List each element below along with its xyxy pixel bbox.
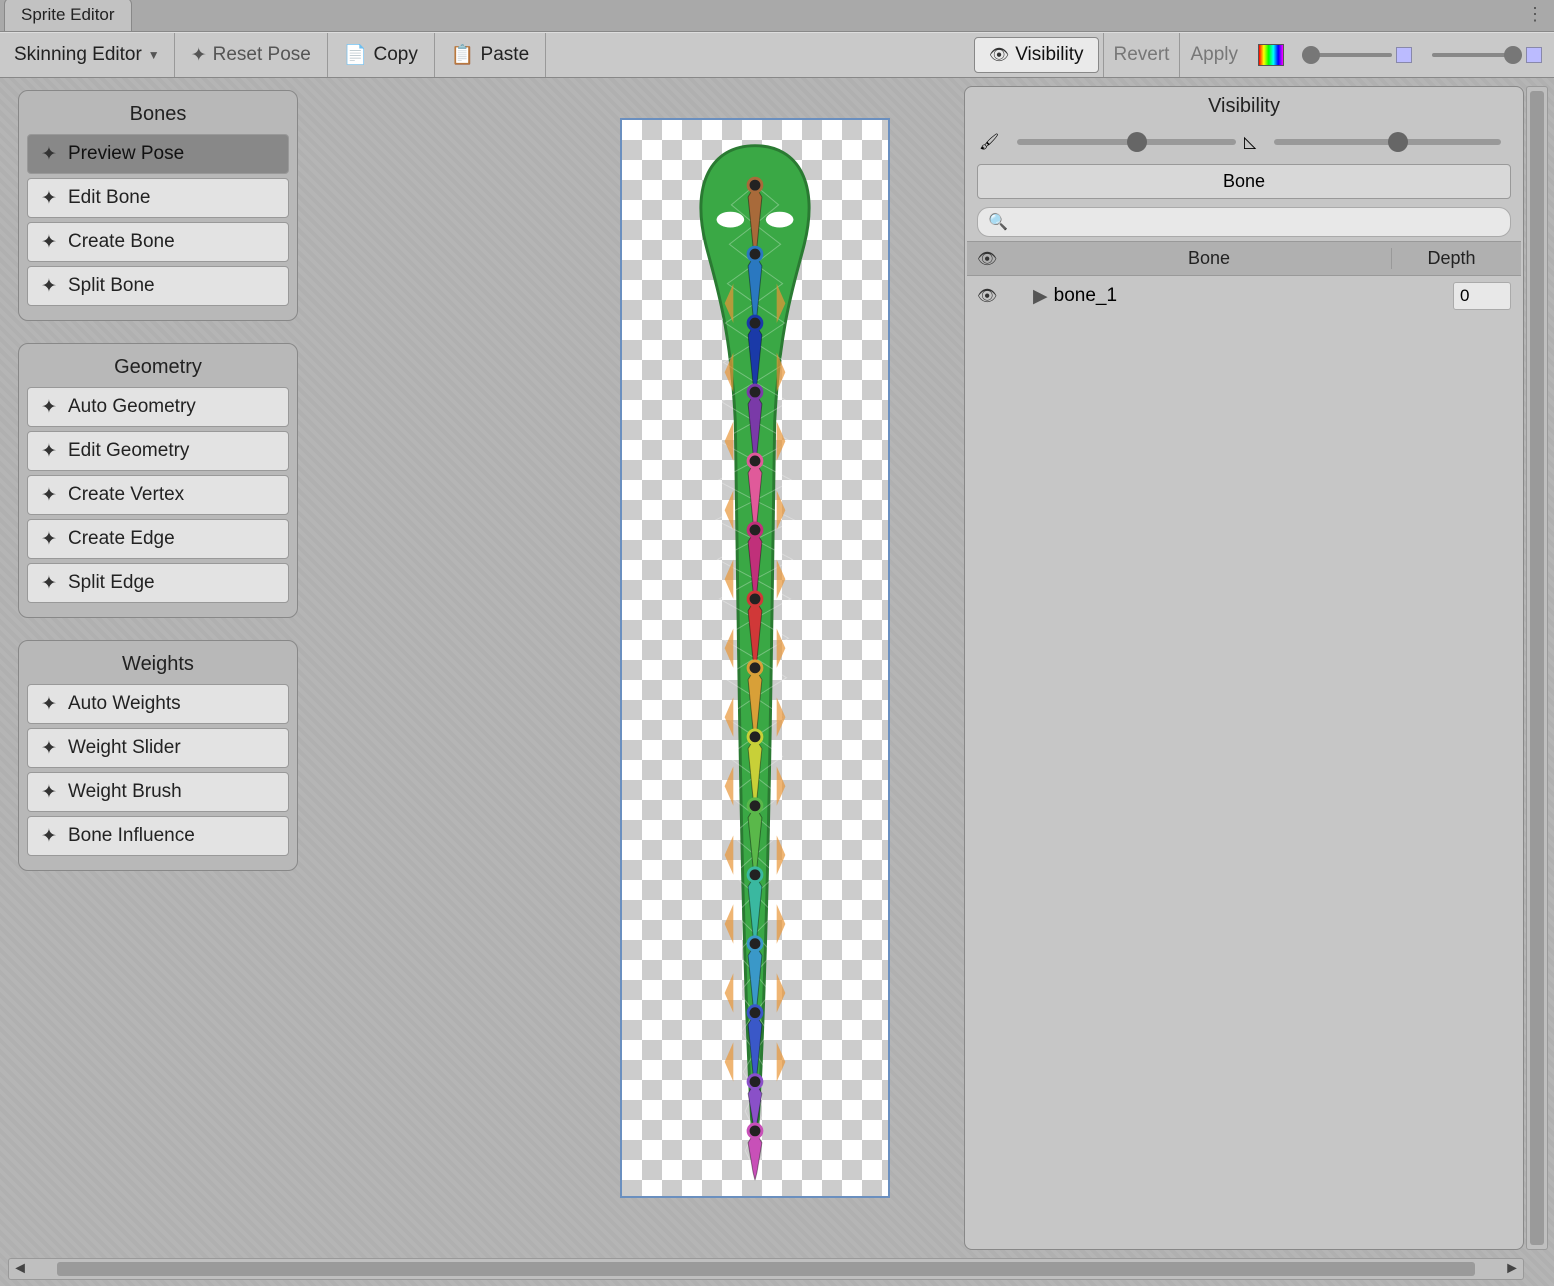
expand-icon[interactable]: ▶ <box>1033 285 1048 308</box>
tool-label: Split Edge <box>68 572 155 594</box>
visibility-panel: Visibility 🖌 ◺ Bone 🔍 Bone Depth <box>964 86 1524 1250</box>
reset-pose-icon: ✦ <box>191 44 207 67</box>
bone-tab-button[interactable]: Bone <box>977 164 1511 199</box>
toolbar-slider-2[interactable] <box>1424 33 1554 77</box>
tool-label: Auto Geometry <box>68 396 196 418</box>
bone-search-input[interactable] <box>1014 214 1500 231</box>
tool-icon: ✦ <box>38 397 60 417</box>
reset-pose-button[interactable]: ✦ Reset Pose <box>175 33 328 77</box>
paste-label: Paste <box>481 44 530 66</box>
bone-opacity-slider[interactable]: 🖌 <box>979 132 1244 152</box>
scroll-right-icon[interactable]: ► <box>1501 1260 1523 1278</box>
tool-icon: ✦ <box>38 826 60 846</box>
tool-label: Edit Bone <box>68 187 150 209</box>
search-icon: 🔍 <box>988 212 1008 232</box>
visibility-title: Visibility <box>967 89 1521 124</box>
tool-icon: ✦ <box>38 276 60 296</box>
editor-canvas[interactable]: Bones ✦ Preview Pose ✦ Edit Bone ✦ Create Bon… <box>0 78 1554 1286</box>
eye-column-icon <box>977 248 997 268</box>
tool-label: Auto Weights <box>68 693 181 715</box>
bone-influence-button[interactable]: ✦ Bone Influence <box>27 816 289 856</box>
tool-icon: ✦ <box>38 485 60 505</box>
mesh-icon: ◺ <box>1244 132 1256 152</box>
bones-panel: Bones ✦ Preview Pose ✦ Edit Bone ✦ Create Bon… <box>18 90 298 321</box>
tool-icon: ✦ <box>38 188 60 208</box>
apply-button[interactable]: Apply <box>1179 33 1248 77</box>
visibility-toggle[interactable]: Visibility <box>974 37 1099 73</box>
geometry-panel: Geometry ✦ Auto Geometry ✦ Edit Geometry ✦ Cr… <box>18 343 298 618</box>
tool-label: Edit Geometry <box>68 440 189 462</box>
slider-end-icon <box>1526 47 1542 63</box>
mode-dropdown[interactable]: Skinning Editor ▼ <box>0 33 175 77</box>
color-swatch[interactable] <box>1258 44 1284 66</box>
auto-weights-button[interactable]: ✦ Auto Weights <box>27 684 289 724</box>
revert-button[interactable]: Revert <box>1103 33 1180 77</box>
scroll-left-icon[interactable]: ◄ <box>9 1260 31 1278</box>
tool-label: Weight Brush <box>68 781 182 803</box>
weights-panel: Weights ✦ Auto Weights ✦ Weight Slider ✦ Weig… <box>18 640 298 871</box>
tool-label: Bone Influence <box>68 825 195 847</box>
copy-icon: 📄 <box>344 43 368 67</box>
weight-brush-button[interactable]: ✦ Weight Brush <box>27 772 289 812</box>
split-bone-button[interactable]: ✦ Split Bone <box>27 266 289 306</box>
create-bone-button[interactable]: ✦ Create Bone <box>27 222 289 262</box>
tool-icon: ✦ <box>38 232 60 252</box>
weights-title: Weights <box>27 649 289 684</box>
weight-slider-button[interactable]: ✦ Weight Slider <box>27 728 289 768</box>
mode-dropdown-label: Skinning Editor <box>14 44 142 66</box>
toolbar-slider-1[interactable] <box>1294 33 1424 77</box>
tool-icon: ✦ <box>38 782 60 802</box>
slider-end-icon <box>1396 47 1412 63</box>
paste-icon: 📋 <box>451 43 475 67</box>
tool-icon: ✦ <box>38 529 60 549</box>
tool-column: Bones ✦ Preview Pose ✦ Edit Bone ✦ Create Bon… <box>18 90 298 871</box>
tab-bar: Sprite Editor ⋮ <box>0 0 1554 32</box>
edit-geometry-button[interactable]: ✦ Edit Geometry <box>27 431 289 471</box>
tool-label: Preview Pose <box>68 143 184 165</box>
toolbar: Skinning Editor ▼ ✦ Reset Pose 📄 Copy 📋 … <box>0 32 1554 78</box>
tool-icon: ✦ <box>38 694 60 714</box>
mesh-opacity-slider[interactable]: ◺ <box>1244 132 1509 152</box>
horizontal-scrollbar[interactable]: ◄ ► <box>8 1258 1524 1280</box>
brush-icon: 🖌 <box>979 132 999 152</box>
create-vertex-button[interactable]: ✦ Create Vertex <box>27 475 289 515</box>
depth-input[interactable] <box>1453 282 1511 310</box>
geometry-title: Geometry <box>27 352 289 387</box>
copy-button[interactable]: 📄 Copy <box>328 33 435 77</box>
create-edge-button[interactable]: ✦ Create Edge <box>27 519 289 559</box>
bone-name: bone_1 <box>1054 285 1453 307</box>
tab-sprite-editor[interactable]: Sprite Editor <box>4 0 132 31</box>
tool-label: Weight Slider <box>68 737 181 759</box>
tool-icon: ✦ <box>38 738 60 758</box>
bones-title: Bones <box>27 99 289 134</box>
tab-overflow-icon[interactable]: ⋮ <box>1526 4 1546 25</box>
col-bone-label: Bone <box>1027 248 1391 269</box>
paste-button[interactable]: 📋 Paste <box>435 33 546 77</box>
edit-bone-button[interactable]: ✦ Edit Bone <box>27 178 289 218</box>
tool-icon: ✦ <box>38 573 60 593</box>
eye-icon <box>989 44 1009 66</box>
tool-label: Create Vertex <box>68 484 184 506</box>
preview-pose-button[interactable]: ✦ Preview Pose <box>27 134 289 174</box>
reset-pose-label: Reset Pose <box>213 44 311 66</box>
sprite-canvas[interactable] <box>620 118 890 1198</box>
dropdown-arrow-icon: ▼ <box>148 48 160 62</box>
split-edge-button[interactable]: ✦ Split Edge <box>27 563 289 603</box>
vertical-scrollbar[interactable] <box>1526 86 1548 1250</box>
row-eye-icon[interactable] <box>977 285 997 306</box>
bone-search[interactable]: 🔍 <box>977 207 1511 237</box>
col-depth-label: Depth <box>1391 248 1511 269</box>
tool-label: Create Edge <box>68 528 175 550</box>
tool-label: Create Bone <box>68 231 175 253</box>
tool-icon: ✦ <box>38 441 60 461</box>
visibility-label: Visibility <box>1015 44 1083 66</box>
tool-label: Split Bone <box>68 275 155 297</box>
bone-columns: Bone Depth <box>967 241 1521 276</box>
auto-geometry-button[interactable]: ✦ Auto Geometry <box>27 387 289 427</box>
copy-label: Copy <box>374 44 418 66</box>
bone-row[interactable]: ▶ bone_1 <box>967 276 1521 316</box>
tool-icon: ✦ <box>38 144 60 164</box>
